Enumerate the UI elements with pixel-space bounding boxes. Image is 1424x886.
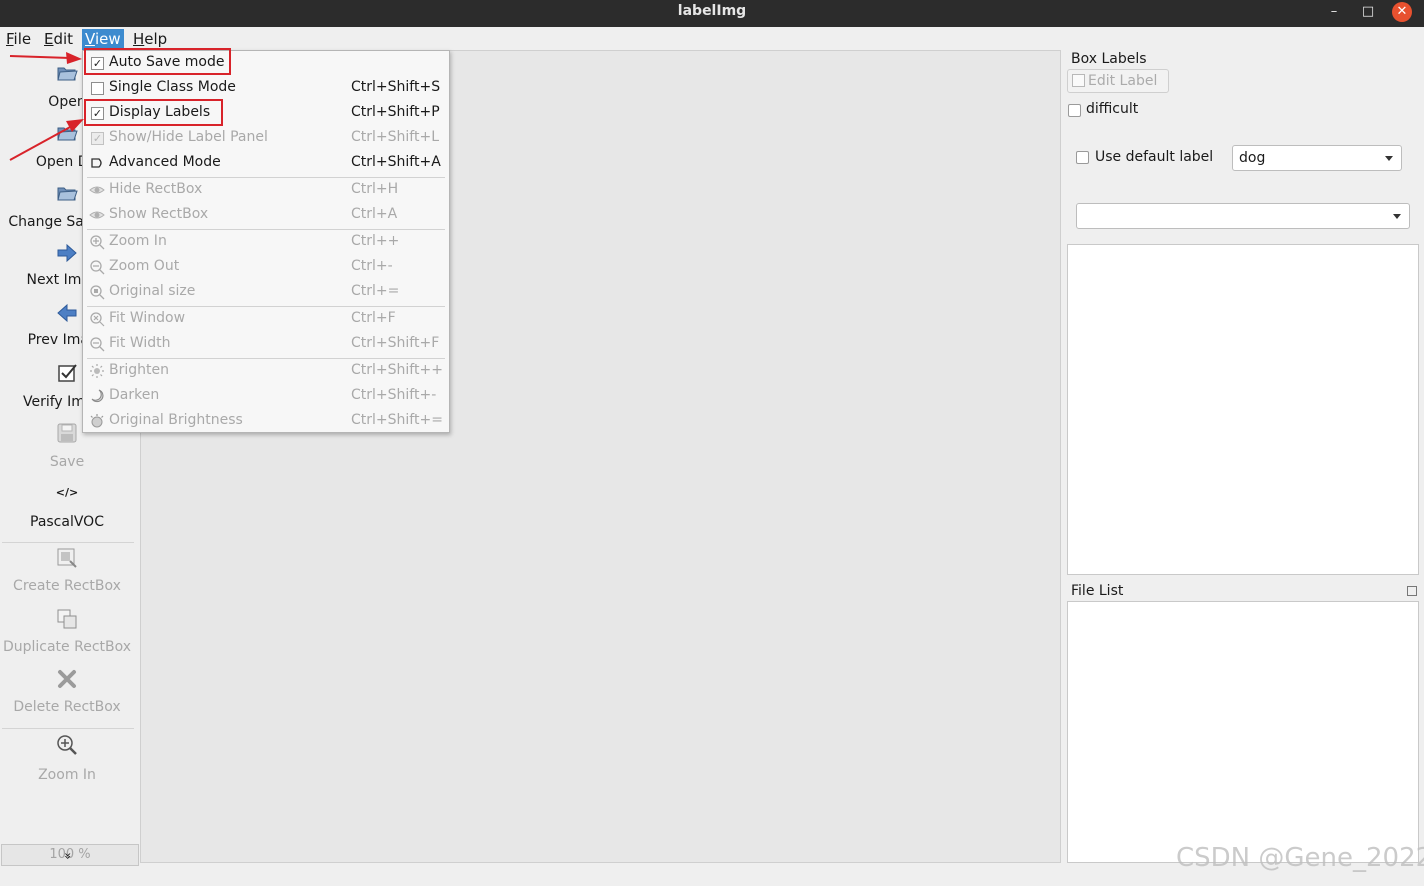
watermark-text: CSDN @Gene_2022 [1176,843,1424,873]
annotation-arrow-2 [9,119,84,161]
annotation-arrow-1 [9,52,82,64]
annotation-arrows [9,52,84,161]
labelimg-window: labelImg – □ ✕ File Edit View Help Open … [0,0,1424,886]
